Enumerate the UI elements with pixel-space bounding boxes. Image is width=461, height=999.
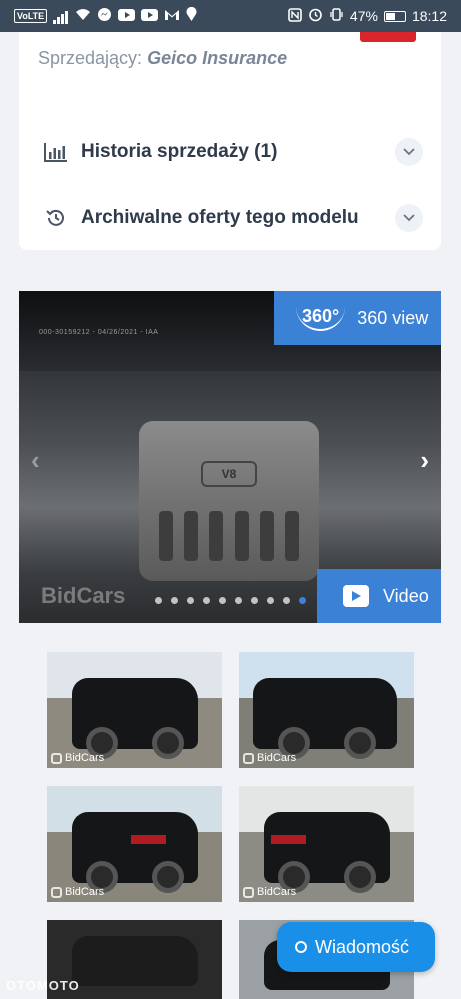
clock-time: 18:12 <box>411 8 447 24</box>
battery-icon <box>383 10 406 22</box>
status-bar: VoLTE 47% 18:12 <box>0 0 461 32</box>
slide-dot[interactable] <box>219 597 226 604</box>
seller-name: Geico Insurance <box>147 48 288 68</box>
slide-dot[interactable] <box>251 597 258 604</box>
gallery-watermark: BidCars <box>41 583 126 608</box>
photo-gallery[interactable]: 000-30159212 - 04/26/2021 - IAA V8 360° … <box>19 291 441 623</box>
seller-info: Sprzedający: Geico Insurance <box>38 48 287 69</box>
youtube-icon <box>118 8 136 24</box>
seller-label: Sprzedający: <box>38 48 143 68</box>
chevron-down-icon[interactable] <box>395 138 423 166</box>
view-360-label: 360 view <box>357 307 429 328</box>
slide-indicator <box>155 597 306 604</box>
thumbnail-watermark: BidCars <box>243 752 296 764</box>
view-360-icon: 360° <box>296 306 346 331</box>
thumbnail-watermark: BidCars <box>51 886 104 898</box>
slide-dot[interactable] <box>187 597 194 604</box>
thumbnail-2[interactable]: BidCars <box>239 652 414 768</box>
bidcars-logo-icon <box>243 752 254 764</box>
nfc-icon <box>288 7 302 25</box>
chat-icon <box>295 941 307 953</box>
chevron-down-icon[interactable] <box>395 204 423 232</box>
slide-dot[interactable] <box>267 597 274 604</box>
engine-photo: V8 <box>139 421 319 581</box>
vibrate-icon <box>329 7 344 25</box>
thumbnail-watermark: BidCars <box>51 752 104 764</box>
history-icon <box>43 207 69 229</box>
details-card: Sprzedający: Geico Insurance Historia sp… <box>19 32 441 250</box>
image-stamp: 000-30159212 - 04/26/2021 - IAA <box>39 329 159 336</box>
video-icon <box>343 585 369 607</box>
otomoto-watermark: OTOMOTO <box>6 978 80 993</box>
bidcars-logo-icon <box>51 752 62 764</box>
message-button-label: Wiadomość <box>315 936 410 957</box>
next-arrow-icon[interactable]: › <box>420 445 429 476</box>
slide-dot[interactable] <box>171 597 178 604</box>
bidcars-logo-icon <box>51 886 62 898</box>
auction-badge <box>360 32 416 42</box>
engine-badge: V8 <box>201 461 257 487</box>
bar-chart-icon <box>43 141 69 163</box>
thumbnail-4[interactable]: BidCars <box>239 786 414 902</box>
accordion-archived-offers[interactable]: Archiwalne oferty tego modelu <box>43 203 423 233</box>
gmail-icon <box>164 8 180 24</box>
prev-arrow-icon[interactable]: ‹ <box>31 445 40 476</box>
wifi-icon <box>75 8 91 24</box>
volte-icon: VoLTE <box>14 9 48 23</box>
slide-dot[interactable] <box>283 597 290 604</box>
alarm-icon <box>308 7 323 25</box>
youtube-icon-2 <box>141 8 159 24</box>
accordion-label: Historia sprzedaży (1) <box>81 141 278 162</box>
message-button[interactable]: Wiadomość <box>277 922 435 972</box>
battery-percent: 47% <box>349 8 378 24</box>
messenger-icon <box>97 7 112 25</box>
accordion-sales-history[interactable]: Historia sprzedaży (1) <box>43 137 423 167</box>
thumbnail-1[interactable]: BidCars <box>47 652 222 768</box>
slide-dot[interactable] <box>155 597 162 604</box>
accordion-label: Archiwalne oferty tego modelu <box>81 207 359 228</box>
slide-dot[interactable] <box>203 597 210 604</box>
thumbnail-3[interactable]: BidCars <box>47 786 222 902</box>
thumbnail-watermark: BidCars <box>243 886 296 898</box>
video-label: Video <box>383 585 429 606</box>
bidcars-logo-icon <box>243 886 254 898</box>
slide-dot[interactable] <box>235 597 242 604</box>
signal-icon <box>53 8 69 24</box>
view-360-button[interactable]: 360° 360 view <box>274 291 441 345</box>
slide-dot-active[interactable] <box>299 597 306 604</box>
location-icon <box>186 6 197 25</box>
video-button[interactable]: Video <box>317 569 441 623</box>
